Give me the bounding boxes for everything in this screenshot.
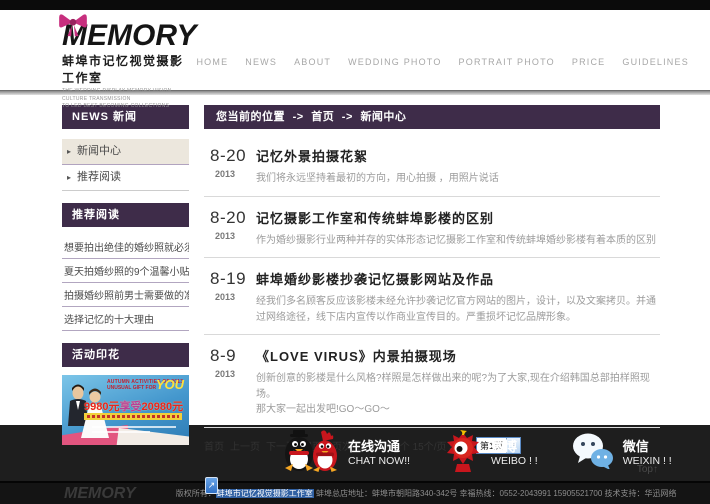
breadcrumb-arrow: -> <box>342 111 353 123</box>
sidebar-menu: 新闻中心 推荐阅读 <box>62 139 189 191</box>
nav-portrait-photo[interactable]: PORTRAIT PHOTO <box>459 57 555 71</box>
banner-you: YOU <box>156 377 184 392</box>
breadcrumb-home[interactable]: 首页 <box>311 111 334 123</box>
banner-line2: UNUSUAL GIFT FOR <box>107 385 156 391</box>
news-date-block: 8-19 2013 <box>204 269 252 325</box>
recommend-link[interactable]: 选择记忆的十大理由 <box>62 307 189 331</box>
qq-chat-title: 在线沟通 <box>348 439 410 455</box>
news-date: 8-20 <box>210 146 252 166</box>
breadcrumb-current[interactable]: 新闻中心 <box>360 111 406 123</box>
sidebar-promo-header: 活动印花 <box>62 343 189 367</box>
breadcrumb-prefix: 您当前的位置 <box>216 111 285 123</box>
logo-subtitle: 蚌埠市记忆视觉摄影工作室 <box>62 52 196 86</box>
nav-home[interactable]: HOME <box>196 57 228 71</box>
recommend-link[interactable]: 想要拍出绝佳的婚纱照就必须知 <box>62 235 189 259</box>
copyright-text: 版权所有：蚌埠市记忆视觉摄影工作室 蚌埠总店地址：蚌埠市朝阳路340-342号 … <box>176 488 677 499</box>
nav-about[interactable]: ABOUT <box>294 57 331 71</box>
pagination-prev[interactable]: 上一页 <box>230 438 260 453</box>
weixin-title: 微信 <box>623 439 672 455</box>
news-title[interactable]: 《LOVE VIRUS》内景拍摄现场 <box>256 346 660 365</box>
news-summary: 作为婚纱摄影行业两种并存的实体形态记忆摄影工作室和传统蚌埠婚纱影楼有着本质的区别 <box>256 233 660 249</box>
nav-wedding-photo[interactable]: WEDDING PHOTO <box>348 57 441 71</box>
news-item: 8-20 2013 记忆外景拍摄花絮 我们将永远坚持着最初的方向，用心拍摄 ，用… <box>204 135 660 197</box>
studio-name-highlighted: 蚌埠市记忆视觉摄影工作室 <box>216 489 314 498</box>
weibo-block[interactable]: 微博 WEIBO ! ! <box>444 430 538 477</box>
weixin-block[interactable]: 微信 WEIXIN ! ! <box>572 433 672 474</box>
news-item: 8-20 2013 记忆摄影工作室和传统蚌埠影楼的区别 作为婚纱摄影行业两种并存… <box>204 197 660 259</box>
banner-fineprint-line <box>92 431 150 433</box>
news-title[interactable]: 蚌埠婚纱影楼抄袭记忆摄影网站及作品 <box>256 269 660 288</box>
news-year: 2013 <box>210 231 252 241</box>
arrow-bullet-icon <box>67 165 71 190</box>
footer-logo: MEMORY <box>64 485 136 503</box>
recommend-list: 想要拍出绝佳的婚纱照就必须知 夏天拍婚纱照的9个温馨小贴士 拍摄婚纱照前男士需要… <box>62 235 189 331</box>
footer-address-hotline: 蚌埠总店地址：蚌埠市朝阳路340-342号 幸福热线：0552-2043991 … <box>316 489 677 498</box>
news-summary: 经我们多名顾客反应该影楼未经允许抄袭记忆官方网站的图片，设计，以及文案拷贝。并通… <box>256 294 660 325</box>
sidebar-item-label: 新闻中心 <box>77 145 121 157</box>
top-black-bar <box>0 0 710 10</box>
news-year: 2013 <box>210 369 252 379</box>
news-year: 2013 <box>210 169 252 179</box>
news-title[interactable]: 记忆外景拍摄花絮 <box>256 146 660 165</box>
nav-price[interactable]: PRICE <box>572 57 606 71</box>
nav-guidelines[interactable]: GUIDELINES <box>622 57 689 71</box>
news-summary: 我们将永远坚持着最初的方向，用心拍摄 ，用照片说话 <box>256 171 660 187</box>
main-nav: HOME NEWS ABOUT WEDDING PHOTO PORTRAIT P… <box>196 57 688 71</box>
news-summary: 创新创意的影楼是什么风格?样照是怎样做出来的呢?为了大家,现在介绍韩国总部拍样照… <box>256 371 660 418</box>
content-column: 您当前的位置 -> 首页 -> 新闻中心 8-20 2013 记忆外景拍摄花絮 … <box>204 105 660 425</box>
sidebar-recommend-header: 推荐阅读 <box>62 203 189 227</box>
qq-penguins-icon <box>281 430 339 477</box>
pink-bow-icon <box>59 13 87 42</box>
qq-chat-block[interactable]: 在线沟通 CHAT NOW!! <box>281 430 410 477</box>
news-date-block: 8-20 2013 <box>204 146 252 187</box>
news-date-block: 8-9 2013 <box>204 346 252 418</box>
banner-price: 9980元享受20980元 <box>84 398 183 414</box>
news-date: 8-9 <box>210 346 252 366</box>
weibo-icon <box>444 430 482 477</box>
weibo-title: 微博 <box>491 439 538 455</box>
recommend-link[interactable]: 夏天拍婚纱照的9个温馨小贴士 <box>62 259 189 283</box>
logo-tagline: THE WEDDING DISPLAY MEMORY VISION CULTUR… <box>62 88 196 111</box>
news-date: 8-20 <box>210 208 252 228</box>
news-date: 8-19 <box>210 269 252 289</box>
logo[interactable]: MEMORY 蚌埠市记忆视觉摄影工作室 THE WEDDING DISPLAY … <box>62 10 196 90</box>
arrow-bullet-icon <box>67 139 71 164</box>
sidebar-item-news-center[interactable]: 新闻中心 <box>62 139 189 165</box>
breadcrumb: 您当前的位置 -> 首页 -> 新闻中心 <box>204 105 660 129</box>
news-list: 8-20 2013 记忆外景拍摄花絮 我们将永远坚持着最初的方向，用心拍摄 ，用… <box>204 135 660 428</box>
promo-banner[interactable]: AUTUMN ACTIVITIES OF 2013 UNUSUAL GIFT F… <box>62 375 189 445</box>
news-item: 8-9 2013 《LOVE VIRUS》内景拍摄现场 创新创意的影楼是什么风格… <box>204 335 660 428</box>
sidebar-item-recommend[interactable]: 推荐阅读 <box>62 165 189 191</box>
bottom-bar: MEMORY 版权所有：蚌埠市记忆视觉摄影工作室 蚌埠总店地址：蚌埠市朝阳路34… <box>0 481 710 504</box>
sidebar-item-label: 推荐阅读 <box>77 171 121 183</box>
news-title[interactable]: 记忆摄影工作室和传统蚌埠影楼的区别 <box>256 208 660 227</box>
weixin-subtitle: WEIXIN ! ! <box>623 455 672 467</box>
pagination-first[interactable]: 首页 <box>204 438 224 453</box>
weibo-subtitle: WEIBO ! ! <box>491 455 538 467</box>
ie-accelerator-arrow-icon[interactable] <box>205 477 218 494</box>
news-year: 2013 <box>210 292 252 302</box>
sidebar: NEWS 新闻 新闻中心 推荐阅读 推荐阅读 想要拍出绝佳的婚纱照就必须知 夏天… <box>62 105 189 425</box>
news-item: 8-19 2013 蚌埠婚纱影楼抄袭记忆摄影网站及作品 经我们多名顾客反应该影楼… <box>204 258 660 335</box>
breadcrumb-arrow: -> <box>293 111 304 123</box>
nav-news[interactable]: NEWS <box>245 57 277 71</box>
recommend-link[interactable]: 拍摄婚纱照前男士需要做的准备 <box>62 283 189 307</box>
site-header: MEMORY 蚌埠市记忆视觉摄影工作室 THE WEDDING DISPLAY … <box>0 10 710 90</box>
banner-yellow-strip <box>84 413 182 420</box>
banner-fineprint-line <box>92 426 176 428</box>
wechat-icon <box>572 433 614 474</box>
news-date-block: 8-20 2013 <box>204 208 252 249</box>
qq-chat-subtitle: CHAT NOW!! <box>348 455 410 467</box>
